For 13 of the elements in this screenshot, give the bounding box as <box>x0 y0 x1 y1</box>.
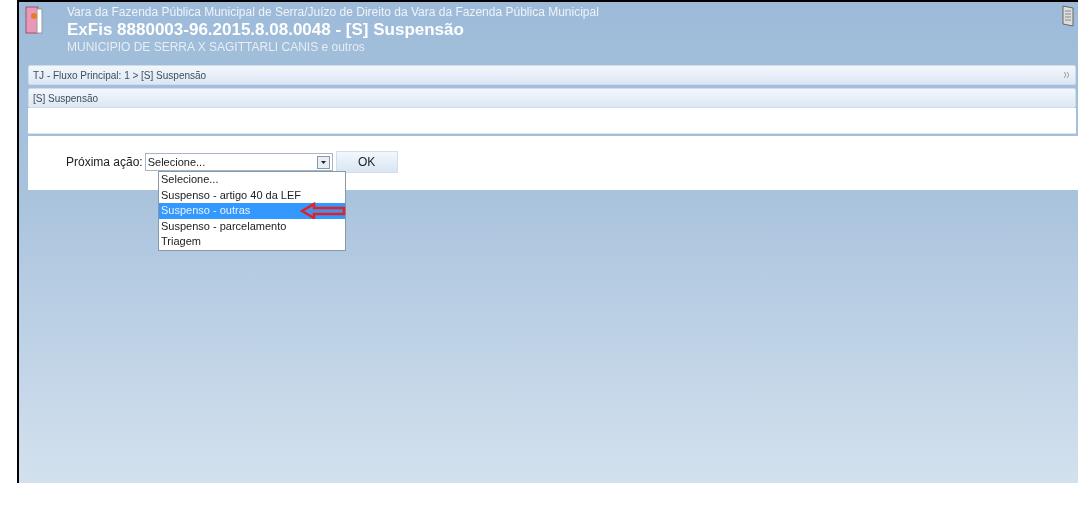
section-title: [S] Suspensão <box>33 92 99 104</box>
breadcrumb-text: TJ - Fluxo Principal: 1 > [S] Suspensão <box>33 69 207 81</box>
caret-icon[interactable] <box>316 155 330 169</box>
court-name: Vara da Fazenda Pública Municipal de Serra/Juízo de Direito da Vara da Fazenda Pública Municipal <box>67 5 599 19</box>
double-chevron-icon[interactable] <box>1064 72 1069 78</box>
document-icon[interactable] <box>1062 5 1074 27</box>
case-parties: MUNICIPIO DE SERRA X SAGITTARLI CANIS e outros <box>67 40 366 54</box>
case-title: ExFis 8880003-96.2015.8.08.0048 - [S] Suspensão <box>67 19 465 40</box>
arrow-icon <box>300 202 346 221</box>
field-label: Próxima ação: <box>66 154 143 171</box>
book-icon <box>25 5 43 37</box>
select-field[interactable]: Selecione... <box>144 153 333 171</box>
ok-button[interactable]: OK <box>335 151 398 173</box>
